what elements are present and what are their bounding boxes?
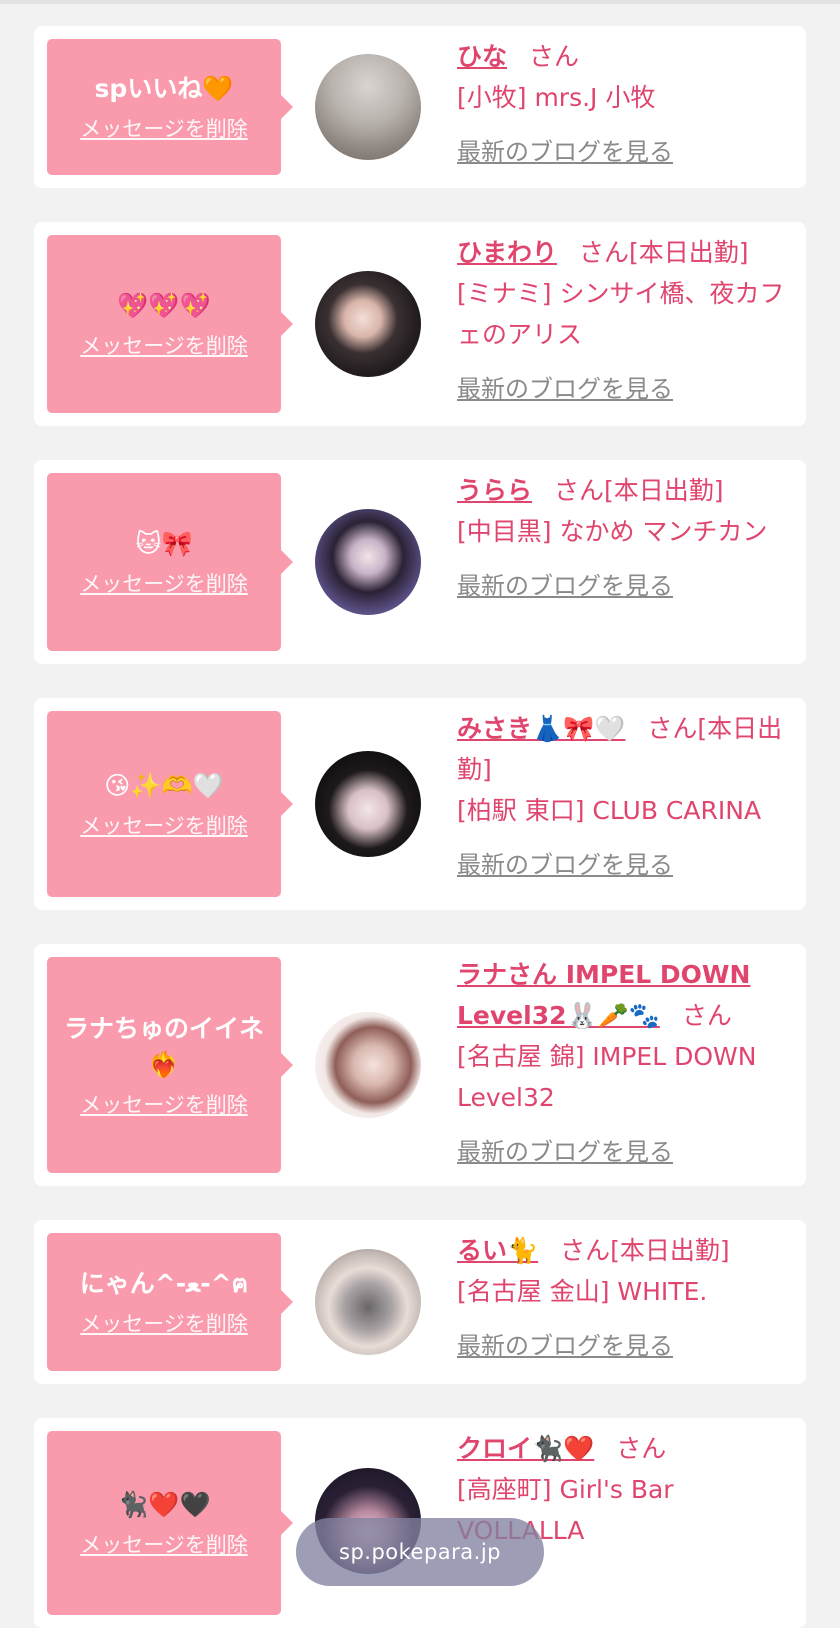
profile-info: うらら さん[本日出勤] [中目黒] なかめ マンチカン 最新のブログを見る bbox=[457, 470, 797, 607]
blog-link[interactable]: 最新のブログを見る bbox=[457, 1326, 797, 1367]
san-label: さん bbox=[647, 714, 698, 743]
san-label: さん bbox=[554, 476, 605, 505]
attendance-badge: [本日出勤] bbox=[610, 1236, 730, 1265]
list-item: spいいね🧡 メッセージを削除 ひな さん [小牧] mrs.J 小牧 最新のブロ… bbox=[34, 26, 806, 188]
shop-text: [名古屋 金山] WHITE. bbox=[457, 1277, 708, 1306]
avatar[interactable] bbox=[315, 54, 421, 160]
profile-info: ラナさん IMPEL DOWN Level32🐰🥕🐾 さん [名古屋 錦] IMP… bbox=[457, 954, 797, 1173]
blog-link[interactable]: 最新のブログを見る bbox=[457, 845, 797, 886]
san-label: さん bbox=[616, 1434, 667, 1463]
attendance-badge: [本日出勤] bbox=[604, 476, 724, 505]
san-label: さん bbox=[560, 1236, 611, 1265]
san-label: さん bbox=[579, 238, 630, 267]
blog-link[interactable]: 最新のブログを見る bbox=[457, 566, 797, 607]
delete-message-link[interactable]: メッセージを削除 bbox=[80, 330, 248, 360]
attendance-badge: [本日出勤] bbox=[629, 238, 749, 267]
avatar[interactable] bbox=[315, 509, 421, 615]
url-bar[interactable]: sp.pokepara.jp bbox=[296, 1518, 544, 1586]
message-text: ラナちゅのイイネ❤️‍🔥 bbox=[63, 1014, 264, 1079]
shop-text: [名古屋 錦] IMPEL DOWN Level32 bbox=[457, 1042, 757, 1112]
message-bubble: 🐱🎀 メッセージを削除 bbox=[47, 473, 293, 651]
name-link[interactable]: ひまわり bbox=[457, 238, 557, 267]
message-text: spいいね🧡 bbox=[94, 74, 234, 103]
shop-text: [ミナミ] シンサイ橋、夜カフェのアリス bbox=[457, 279, 785, 349]
delete-message-link[interactable]: メッセージを削除 bbox=[80, 1308, 248, 1338]
blog-link[interactable]: 最新のブログを見る bbox=[457, 1132, 797, 1173]
name-link[interactable]: ひな bbox=[457, 42, 507, 71]
message-text: 💖💖💖 bbox=[117, 291, 211, 320]
message-bubble: 💖💖💖 メッセージを削除 bbox=[47, 235, 293, 413]
blog-link[interactable]: 最新のブログを見る bbox=[457, 369, 797, 410]
top-divider bbox=[0, 0, 840, 4]
message-bubble: 😘✨🫶🤍 メッセージを削除 bbox=[47, 711, 293, 897]
avatar[interactable] bbox=[315, 1249, 421, 1355]
san-label: さん bbox=[681, 1001, 732, 1030]
delete-message-link[interactable]: メッセージを削除 bbox=[80, 810, 248, 840]
profile-info: るい🐈 さん[本日出勤] [名古屋 金山] WHITE. 最新のブログを見る bbox=[457, 1230, 797, 1367]
message-text: 😘✨🫶🤍 bbox=[104, 771, 224, 800]
message-bubble: 🐈‍⬛❤️🖤 メッセージを削除 bbox=[47, 1431, 293, 1615]
list-item: 💖💖💖 メッセージを削除 ひまわり さん[本日出勤] [ミナミ] シンサイ橋、夜カ… bbox=[34, 222, 806, 426]
name-link[interactable]: るい🐈 bbox=[457, 1236, 538, 1265]
delete-message-link[interactable]: メッセージを削除 bbox=[80, 113, 248, 143]
avatar[interactable] bbox=[315, 1012, 421, 1118]
shop-text: [中目黒] なかめ マンチカン bbox=[457, 517, 768, 546]
message-bubble: ラナちゅのイイネ❤️‍🔥 メッセージを削除 bbox=[47, 957, 293, 1173]
list-item: ラナちゅのイイネ❤️‍🔥 メッセージを削除 ラナさん IMPEL DOWN Le… bbox=[34, 944, 806, 1186]
delete-message-link[interactable]: メッセージを削除 bbox=[80, 1529, 248, 1559]
list-item: にゃん^-ﻌ-^ฅ メッセージを削除 るい🐈 さん[本日出勤] [名古屋 金山] … bbox=[34, 1220, 806, 1384]
blog-link[interactable]: 最新のブログを見る bbox=[457, 132, 797, 173]
name-link[interactable]: うらら bbox=[457, 476, 532, 505]
message-text: にゃん^-ﻌ-^ฅ bbox=[79, 1269, 249, 1298]
avatar[interactable] bbox=[315, 751, 421, 857]
profile-info: ひな さん [小牧] mrs.J 小牧 最新のブログを見る bbox=[457, 36, 797, 173]
delete-message-link[interactable]: メッセージを削除 bbox=[80, 568, 248, 598]
shop-text: [柏駅 東口] CLUB CARINA bbox=[457, 796, 762, 825]
message-text: 🐈‍⬛❤️🖤 bbox=[117, 1490, 211, 1519]
shop-text: [小牧] mrs.J 小牧 bbox=[457, 83, 656, 112]
list-item: 🐱🎀 メッセージを削除 うらら さん[本日出勤] [中目黒] なかめ マンチカン … bbox=[34, 460, 806, 664]
url-text: sp.pokepara.jp bbox=[339, 1540, 501, 1564]
list-item: 😘✨🫶🤍 メッセージを削除 みさき👗🎀🤍 さん[本日出勤] [柏駅 東口] CLU… bbox=[34, 698, 806, 910]
name-link[interactable]: クロイ🐈‍⬛❤️ bbox=[457, 1434, 594, 1463]
san-label: さん bbox=[529, 42, 580, 71]
delete-message-link[interactable]: メッセージを削除 bbox=[80, 1089, 248, 1119]
profile-info: みさき👗🎀🤍 さん[本日出勤] [柏駅 東口] CLUB CARINA 最新のブロ… bbox=[457, 708, 797, 886]
message-bubble: にゃん^-ﻌ-^ฅ メッセージを削除 bbox=[47, 1233, 293, 1371]
avatar[interactable] bbox=[315, 271, 421, 377]
name-link[interactable]: みさき👗🎀🤍 bbox=[457, 714, 625, 743]
message-bubble: spいいね🧡 メッセージを削除 bbox=[47, 39, 293, 175]
profile-info: ひまわり さん[本日出勤] [ミナミ] シンサイ橋、夜カフェのアリス 最新のブログ… bbox=[457, 232, 797, 410]
message-text: 🐱🎀 bbox=[135, 529, 193, 558]
